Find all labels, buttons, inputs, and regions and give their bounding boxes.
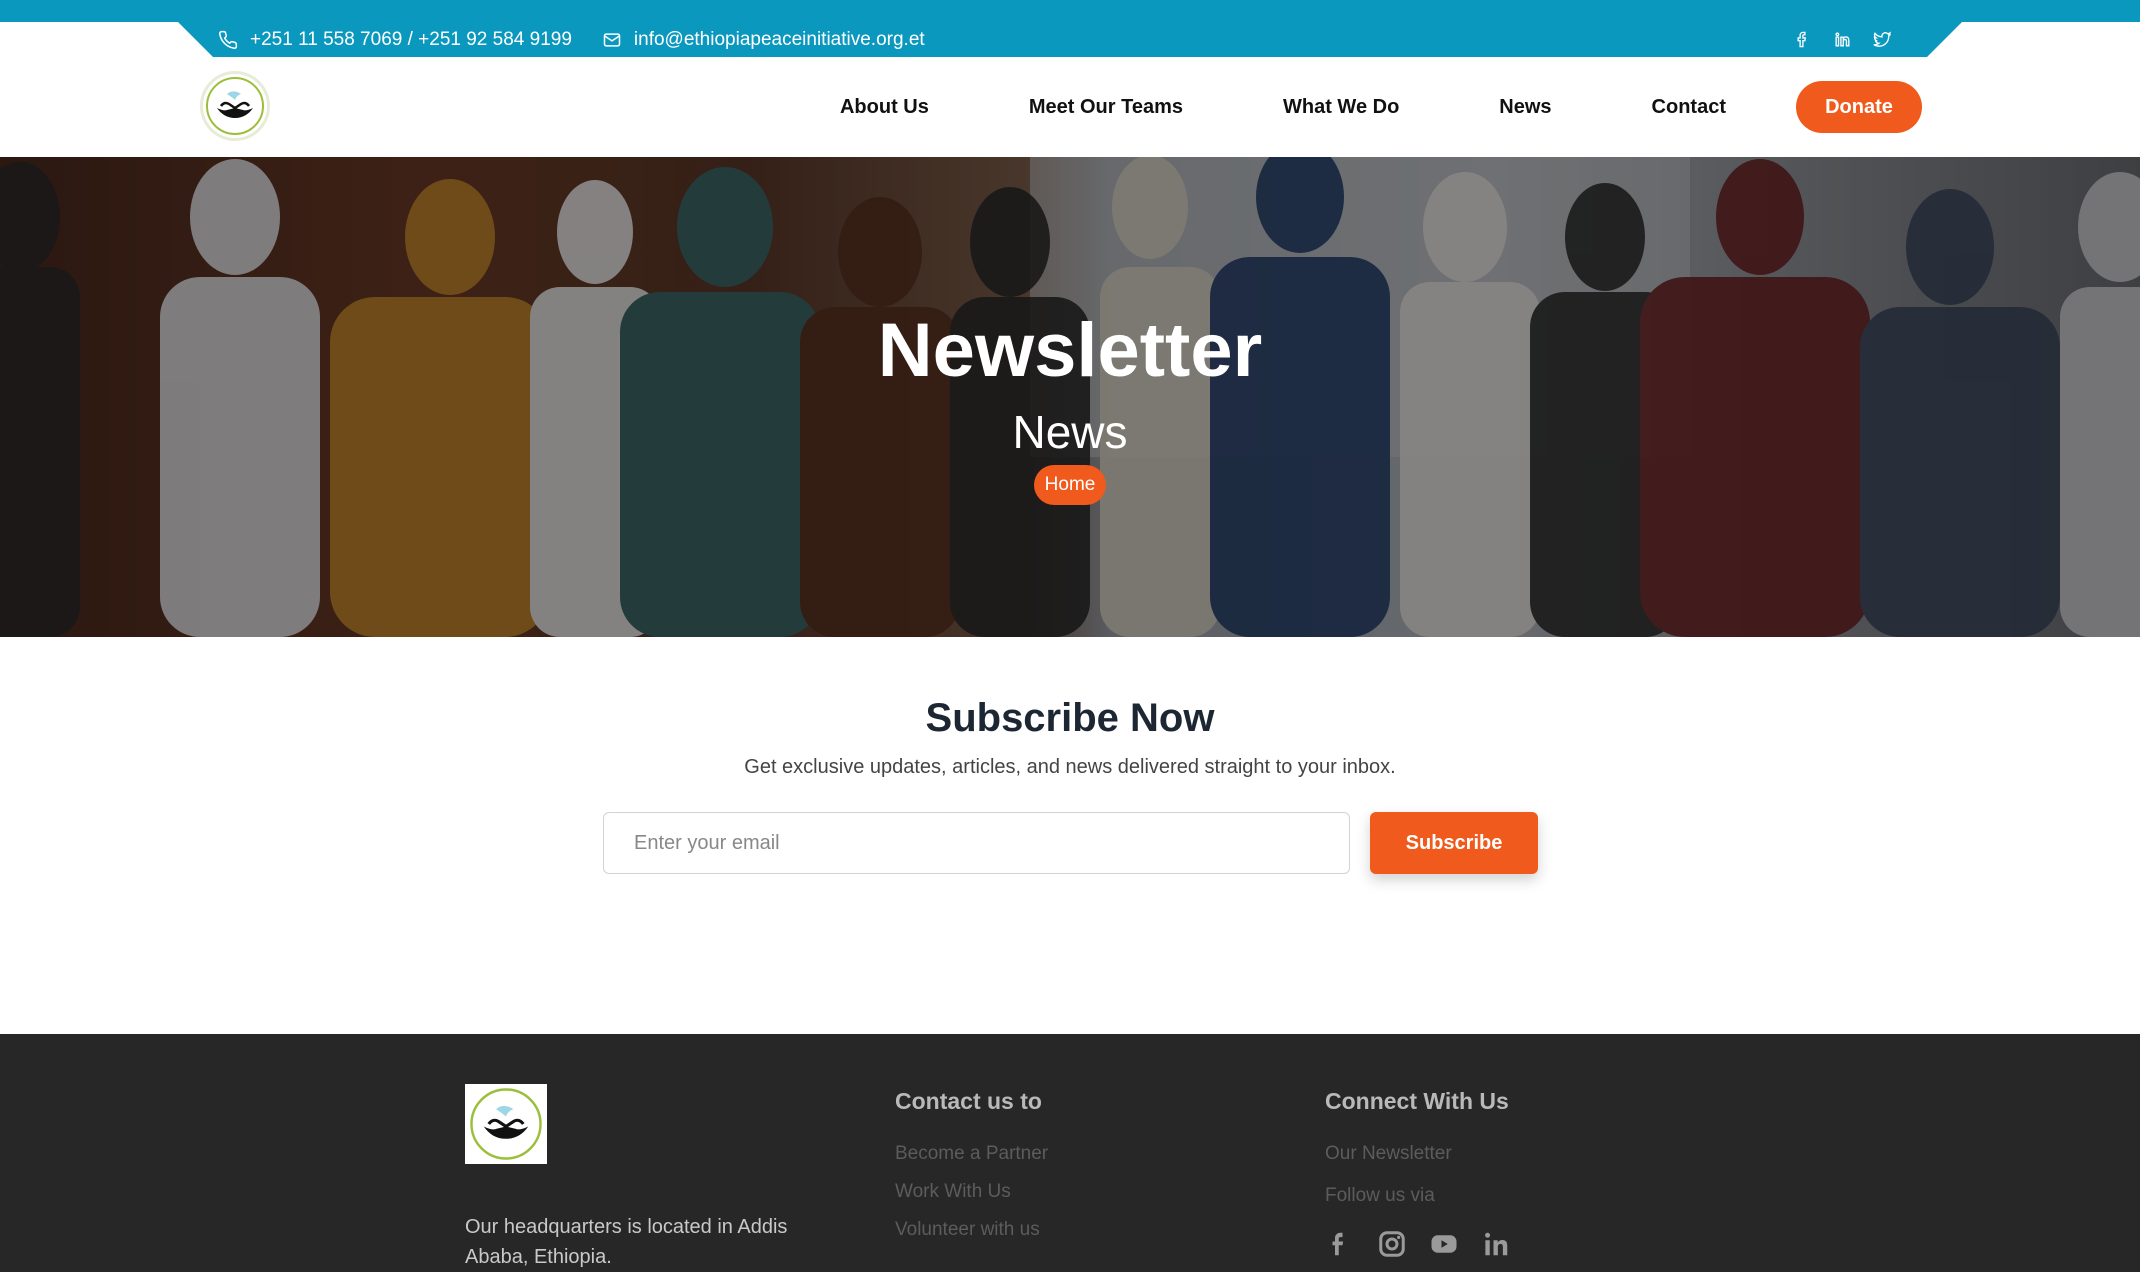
- logo-emblem-icon: [470, 1088, 542, 1160]
- phone-text: +251 11 558 7069 / +251 92 584 9199: [250, 28, 572, 50]
- footer-logo[interactable]: [465, 1084, 547, 1164]
- logo-emblem-icon: [206, 77, 264, 135]
- hero-banner: Newsletter News Home: [0, 157, 2140, 637]
- footer-follow-label: Follow us via: [1325, 1185, 1435, 1206]
- email-text: info@ethiopiapeaceinitiative.org.et: [633, 28, 925, 50]
- footer-link-become-partner[interactable]: Become a Partner: [895, 1143, 1048, 1165]
- email-contact[interactable]: info@ethiopiapeaceinitiative.org.et: [602, 29, 925, 51]
- hero-title: Newsletter: [877, 308, 1263, 393]
- facebook-icon[interactable]: [1792, 30, 1812, 50]
- footer-contact-title: Contact us to: [895, 1088, 1042, 1114]
- facebook-icon[interactable]: [1325, 1229, 1355, 1259]
- topbar-social: [1792, 30, 1892, 50]
- hero-subtitle: News: [1012, 406, 1128, 458]
- footer-headquarters: Our headquarters is located in Addis Aba…: [465, 1216, 788, 1268]
- topbar-strip: [0, 0, 2140, 22]
- topbar-content: +251 11 558 7069 / +251 92 584 9199 info…: [218, 22, 1892, 57]
- nav-about-us[interactable]: About Us: [840, 96, 929, 119]
- subscribe-button[interactable]: Subscribe: [1370, 812, 1538, 874]
- footer-link-volunteer[interactable]: Volunteer with us: [895, 1219, 1048, 1241]
- footer-connect-title: Connect With Us: [1325, 1088, 1509, 1114]
- footer-link-newsletter[interactable]: Our Newsletter: [1325, 1143, 1511, 1165]
- footer-link-work-with-us[interactable]: Work With Us: [895, 1181, 1048, 1203]
- footer-social: [1325, 1229, 1511, 1259]
- mail-icon: [603, 32, 621, 47]
- twitter-icon[interactable]: [1872, 30, 1892, 50]
- site-logo[interactable]: [200, 71, 270, 141]
- linkedin-icon[interactable]: [1481, 1229, 1511, 1259]
- instagram-icon[interactable]: [1377, 1229, 1407, 1259]
- subscribe-description: Get exclusive updates, articles, and new…: [744, 756, 1396, 778]
- hero-overlay: [0, 157, 2140, 637]
- nav-contact[interactable]: Contact: [1652, 96, 1726, 119]
- youtube-icon[interactable]: [1429, 1229, 1459, 1259]
- linkedin-icon[interactable]: [1832, 30, 1852, 50]
- breadcrumb-home[interactable]: Home: [1034, 465, 1106, 505]
- footer-contact-column: Contact us to Become a Partner Work With…: [895, 1088, 1048, 1257]
- nav-news[interactable]: News: [1499, 96, 1551, 119]
- footer-connect-column: Connect With Us Our Newsletter Follow us…: [1325, 1088, 1511, 1259]
- email-input[interactable]: [603, 812, 1350, 874]
- donate-button[interactable]: Donate: [1796, 81, 1922, 133]
- phone-contact[interactable]: +251 11 558 7069 / +251 92 584 9199: [218, 29, 572, 51]
- nav-meet-our-teams[interactable]: Meet Our Teams: [1029, 96, 1183, 119]
- subscribe-title: Subscribe Now: [925, 696, 1215, 740]
- footer: Our headquarters is located in Addis Aba…: [0, 1034, 2140, 1272]
- phone-icon: [219, 30, 238, 49]
- main-navbar: About Us Meet Our Teams What We Do News …: [0, 57, 2140, 157]
- nav-what-we-do[interactable]: What We Do: [1283, 96, 1399, 119]
- main-menu: About Us Meet Our Teams What We Do News …: [840, 81, 1922, 133]
